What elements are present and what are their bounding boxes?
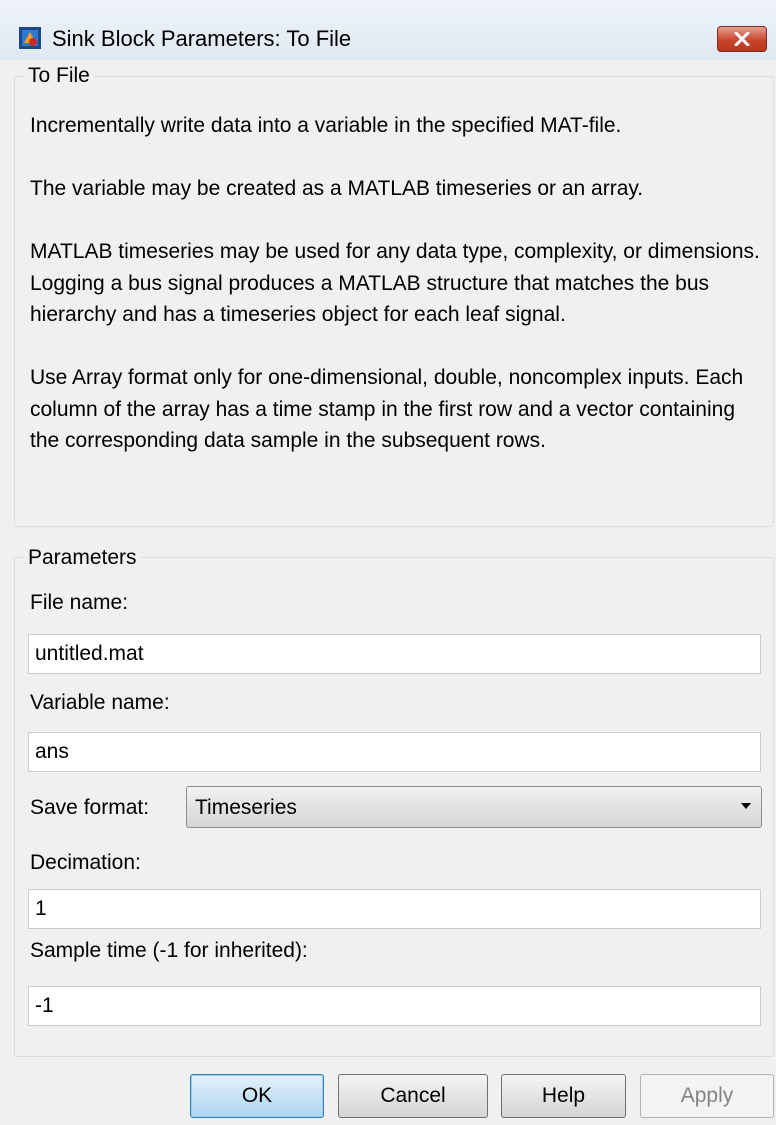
save-format-label: Save format: [30, 796, 150, 819]
description-group-label: To File [24, 64, 94, 88]
cancel-button[interactable]: Cancel [338, 1074, 488, 1118]
ok-button[interactable]: OK [190, 1074, 324, 1118]
close-icon [734, 32, 750, 46]
save-format-select[interactable]: Timeseries [186, 786, 762, 828]
window-title: Sink Block Parameters: To File [52, 26, 352, 51]
apply-button[interactable]: Apply [640, 1074, 774, 1118]
save-format-value: Timeseries [195, 796, 297, 819]
variable-name-label: Variable name: [30, 691, 170, 714]
sample-time-field[interactable] [28, 986, 761, 1026]
chevron-down-icon [741, 803, 751, 809]
sample-time-label: Sample time (-1 for inherited): [30, 939, 308, 962]
description-paragraph: Incrementally write data into a variable… [30, 114, 622, 137]
file-name-label: File name: [30, 591, 129, 614]
simulink-block-icon [19, 27, 41, 49]
help-button[interactable]: Help [501, 1074, 626, 1118]
close-button[interactable] [717, 26, 767, 52]
description-text: Incrementally write data into a variable… [30, 110, 765, 457]
variable-name-field[interactable] [28, 732, 761, 772]
file-name-field[interactable] [28, 634, 761, 674]
description-paragraph: MATLAB timeseries may be used for any da… [30, 240, 760, 326]
description-paragraph: Use Array format only for one-dimensiona… [30, 366, 744, 452]
parameters-group-label: Parameters [24, 546, 141, 570]
description-paragraph: The variable may be created as a MATLAB … [30, 177, 644, 200]
dialog-window: Sink Block Parameters: To File To File I… [0, 0, 776, 1125]
decimation-label: Decimation: [30, 851, 141, 874]
decimation-field[interactable] [28, 889, 761, 929]
title-bar[interactable]: Sink Block Parameters: To File [0, 0, 776, 60]
